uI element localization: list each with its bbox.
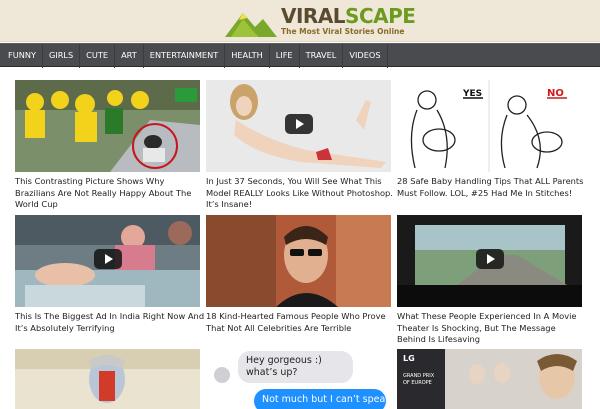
site-logo[interactable]: VIRALSCAPE The Most Viral Stories Online — [225, 3, 416, 39]
article-thumbnail[interactable] — [15, 80, 200, 172]
nav-item-cute[interactable]: CUTE — [80, 44, 116, 68]
article-title[interactable]: 28 Safe Baby Handling Tips That ALL Pare… — [397, 176, 587, 199]
article-title[interactable]: 18 Kind-Hearted Famous People Who Prove … — [206, 311, 396, 334]
nav-item-girls[interactable]: GIRLS — [43, 44, 81, 68]
chat-bubble-sent: Not much but I can’t speak — [254, 389, 386, 409]
article-thumbnail[interactable]: YES NO — [397, 80, 582, 172]
article-thumbnail[interactable]: Hey gorgeous :) what’s up? Not much but … — [206, 349, 391, 409]
nav-item-travel[interactable]: TRAVEL — [300, 44, 344, 68]
play-video-icon[interactable] — [476, 249, 504, 269]
play-video-icon[interactable] — [285, 114, 313, 134]
sign-line2-text: OF EUROPE — [403, 380, 432, 386]
article-thumbnail[interactable] — [397, 215, 582, 307]
nav-item-funny[interactable]: FUNNY — [2, 44, 43, 68]
logo-tagline: The Most Viral Stories Online — [281, 27, 405, 36]
article-title[interactable]: This Contrasting Picture Shows Why Brazi… — [15, 176, 205, 211]
nav-item-life[interactable]: LIFE — [270, 44, 300, 68]
article-thumbnail[interactable] — [206, 215, 391, 307]
article-thumbnail[interactable]: LG GRAND PRIX OF EUROPE — [397, 349, 582, 409]
play-video-icon[interactable] — [94, 249, 122, 269]
main-navigation: FUNNY GIRLS CUTE ART ENTERTAINMENT HEALT… — [0, 43, 600, 68]
contact-avatar-icon — [214, 367, 230, 383]
nav-item-art[interactable]: ART — [115, 44, 144, 68]
article-thumbnail[interactable] — [15, 349, 200, 409]
article-title[interactable]: This Is The Biggest Ad In India Right No… — [15, 311, 205, 334]
sign-line1-text: GRAND PRIX — [403, 373, 435, 379]
nav-item-health[interactable]: HEALTH — [225, 44, 270, 68]
logo-wordmark: VIRALSCAPE — [281, 4, 416, 28]
nav-item-entertainment[interactable]: ENTERTAINMENT — [144, 44, 226, 68]
article-title[interactable]: In Just 37 Seconds, You Will See What Th… — [206, 176, 396, 211]
article-thumbnail[interactable] — [15, 215, 200, 307]
mountain-logo-icon — [225, 13, 277, 37]
article-thumbnail[interactable] — [206, 80, 391, 172]
site-header: VIRALSCAPE The Most Viral Stories Online — [0, 0, 600, 42]
chat-bubble-received: Hey gorgeous :) what’s up? — [238, 351, 353, 383]
sign-lg-text: LG — [403, 354, 415, 363]
article-title[interactable]: What These People Experienced In A Movie… — [397, 311, 587, 346]
nav-item-videos[interactable]: VIDEOS — [343, 44, 388, 68]
